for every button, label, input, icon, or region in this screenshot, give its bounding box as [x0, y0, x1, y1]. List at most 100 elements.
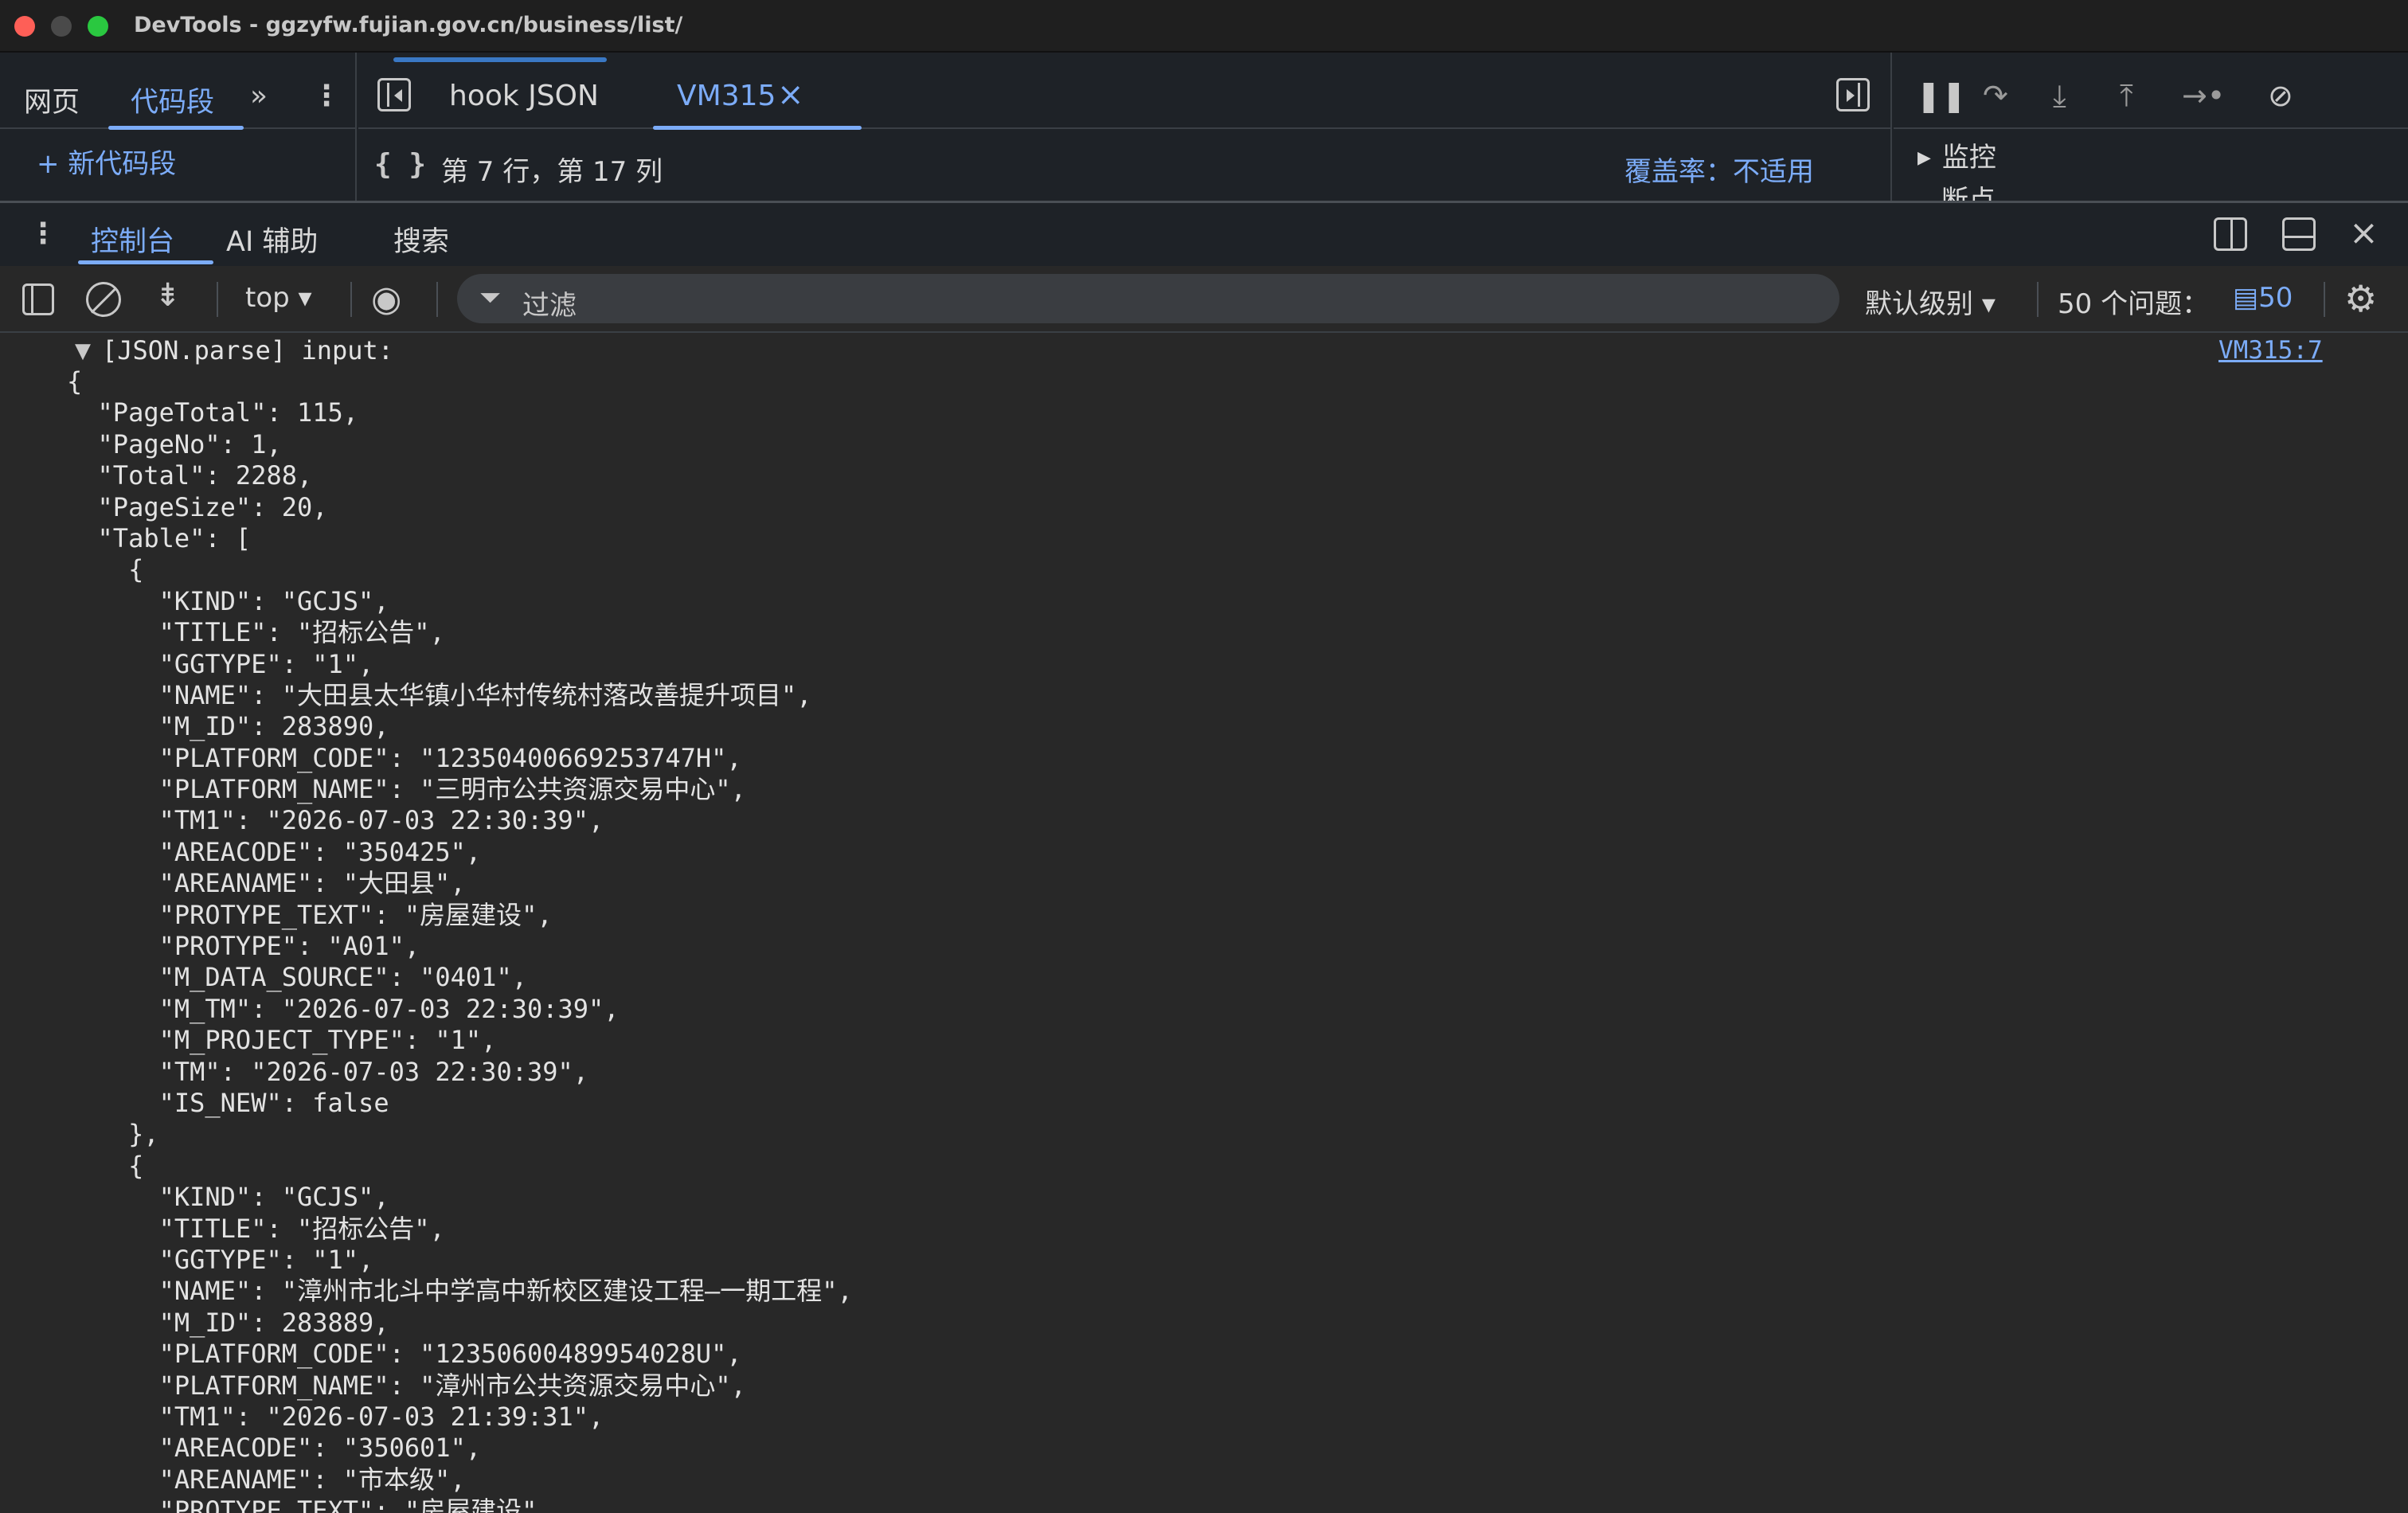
- pretty-print-icon[interactable]: { }: [374, 148, 426, 181]
- toolbar-divider: [2037, 282, 2039, 317]
- tab-page[interactable]: 网页: [24, 80, 80, 120]
- log-levels-dropdown[interactable]: 默认级别 ▾: [1865, 282, 1996, 321]
- tab-search[interactable]: 搜索: [393, 219, 449, 260]
- window-minimize-button[interactable]: [51, 16, 72, 37]
- coverage-status[interactable]: 覆盖率：不适用: [1624, 150, 1814, 189]
- clear-console-icon[interactable]: [86, 282, 121, 317]
- step-over-icon[interactable]: ↷: [1983, 78, 2008, 113]
- gear-icon[interactable]: ⚙: [2344, 277, 2377, 320]
- console-line: "AREANAME": "市本级",: [67, 1464, 466, 1495]
- console-line: "PROTYPE_TEXT": "房屋建设",: [67, 899, 553, 930]
- editor-tab-underline: [653, 126, 862, 130]
- filter-input[interactable]: ⏷ 过滤: [457, 274, 1839, 323]
- issues-label: 50 个问题：: [2058, 288, 2210, 320]
- close-drawer-icon[interactable]: ×: [2349, 213, 2379, 253]
- console-line: "PROTYPE": "A01",: [67, 931, 420, 962]
- collapse-triangle-icon[interactable]: ▼: [75, 339, 91, 363]
- pause-icon[interactable]: ❚❚: [1916, 78, 1967, 113]
- live-expression-eye-icon[interactable]: ◉: [371, 279, 401, 319]
- tab-console-underline: [78, 260, 213, 264]
- console-line: "AREANAME": "大田县",: [67, 868, 466, 899]
- console-sidebar-icon[interactable]: [22, 283, 54, 315]
- window-maximize-button[interactable]: [88, 16, 108, 37]
- step-icon[interactable]: →•: [2182, 78, 2225, 113]
- console-line: "PageSize": 20,: [67, 491, 328, 522]
- console-line: "M_TM": "2026-07-03 22:30:39",: [67, 993, 620, 1024]
- console-line: "PLATFORM_NAME": "三明市公共资源交易中心",: [67, 774, 746, 805]
- editor-tabbar: hook JSON VM315 ×: [358, 57, 1892, 130]
- debugger-toolbar: ❚❚ ↷ ⤓ ⤒ →• ⊘: [1894, 61, 2408, 129]
- window-close-button[interactable]: [14, 16, 35, 37]
- dock-bottom-icon[interactable]: [2282, 217, 2316, 251]
- log-label: [JSON.parse] input:: [102, 335, 394, 366]
- debugger-pane: ❚❚ ↷ ⤓ ⤒ →• ⊘ ▶ 监控 断点: [1894, 53, 2408, 201]
- tab-console[interactable]: 控制台: [91, 219, 174, 260]
- editor-resize-handle[interactable]: [393, 57, 607, 62]
- filter-icon: ⏷: [479, 282, 502, 314]
- context-value: top: [245, 282, 290, 314]
- console-line: "GGTYPE": "1",: [67, 1244, 374, 1275]
- console-line: {: [67, 1150, 144, 1181]
- console-line: "KIND": "GCJS",: [67, 585, 389, 616]
- log-source-link[interactable]: VM315:7: [2218, 334, 2323, 366]
- chevron-down-icon: ▾: [298, 282, 312, 314]
- issues-count: 50: [2258, 282, 2293, 314]
- tab-snippets[interactable]: 代码段: [131, 80, 214, 120]
- message-icon: ▤: [2233, 282, 2259, 314]
- context-selector[interactable]: top ▾: [245, 282, 312, 314]
- console-output[interactable]: ▼ [JSON.parse] input: VM315:7 { "PageTot…: [0, 334, 2408, 1513]
- window-title: DevTools - ggzyfw.fujian.gov.cn/business…: [134, 13, 683, 37]
- editor-statusbar: { } 第 7 行，第 17 列 覆盖率：不适用: [358, 131, 1892, 201]
- issues-button[interactable]: ▤50: [2233, 282, 2293, 314]
- step-into-icon[interactable]: ⤓: [2053, 78, 2066, 114]
- console-line: "TITLE": "招标公告",: [67, 617, 445, 648]
- collapse-group-icon[interactable]: ⇟: [154, 277, 182, 314]
- console-line: "GGTYPE": "1",: [67, 648, 374, 679]
- toolbar-divider: [436, 282, 438, 317]
- console-line: "TM1": "2026-07-03 22:30:39",: [67, 805, 604, 836]
- console-line: },: [67, 1119, 159, 1150]
- deactivate-breakpoints-icon[interactable]: ⊘: [2268, 78, 2293, 113]
- expand-triangle-icon: ▶: [1917, 148, 1931, 168]
- breakpoints-section[interactable]: 断点: [1941, 186, 1996, 201]
- json-output: { "PageTotal": 115, "PageNo": 1, "Total"…: [67, 366, 2376, 1513]
- console-line: "PLATFORM_NAME": "漳州市公共资源交易中心",: [67, 1370, 746, 1401]
- console-line: "TITLE": "招标公告",: [67, 1213, 445, 1244]
- new-snippet-button[interactable]: + 新代码段: [37, 142, 176, 181]
- console-line: "PLATFORM_CODE": "12350600489954028U",: [67, 1339, 742, 1370]
- console-line: "AREACODE": "350601",: [67, 1433, 482, 1464]
- console-line: {: [67, 554, 144, 585]
- drawer-menu-icon[interactable]: ⋮: [29, 217, 57, 250]
- toggle-debugger-icon[interactable]: [1836, 78, 1870, 111]
- navigator-tabbar: 网页 代码段 » ⋮: [0, 61, 357, 130]
- console-line: "M_ID": 283889,: [67, 1307, 389, 1338]
- console-line: "NAME": "漳州市北斗中学高中新校区建设工程—一期工程",: [67, 1276, 853, 1307]
- toolbar-divider: [2324, 282, 2325, 317]
- console-line: "PLATFORM_CODE": "12350400669253747H",: [67, 742, 742, 773]
- watch-label: 监控: [1941, 142, 1996, 174]
- console-line: "TM": "2026-07-03 22:30:39",: [67, 1056, 589, 1087]
- dock-side-icon[interactable]: [2214, 217, 2247, 251]
- cursor-position: 第 7 行，第 17 列: [441, 156, 663, 188]
- editor-tab-hook-json[interactable]: hook JSON: [449, 80, 599, 112]
- more-tabs-icon[interactable]: »: [250, 80, 268, 112]
- step-out-icon[interactable]: ⤒: [2120, 78, 2133, 114]
- editor-pane: hook JSON VM315 × { } 第 7 行，第 17 列 覆盖率：不…: [358, 53, 1892, 201]
- navigator-pane: 网页 代码段 » ⋮ + 新代码段: [0, 53, 357, 201]
- console-line: "M_PROJECT_TYPE": "1",: [67, 1025, 497, 1056]
- toggle-navigator-icon[interactable]: [377, 78, 411, 111]
- console-line: "PROTYPE_TEXT": "房屋建设",: [67, 1495, 553, 1513]
- console-line: "AREACODE": "350425",: [67, 836, 482, 867]
- watch-section[interactable]: ▶ 监控: [1917, 135, 1996, 174]
- filter-placeholder: 过滤: [522, 290, 577, 322]
- chevron-down-icon: ▾: [1981, 288, 1996, 320]
- tab-ai-assistance[interactable]: AI 辅助: [226, 219, 318, 260]
- console-line: "Total": 2288,: [67, 460, 313, 491]
- navigator-menu-icon[interactable]: ⋮: [312, 80, 341, 112]
- editor-tab-vm315[interactable]: VM315: [677, 80, 776, 112]
- log-message-header: ▼ [JSON.parse] input: VM315:7: [0, 334, 2408, 366]
- close-tab-icon[interactable]: ×: [777, 76, 804, 113]
- console-line: "PageTotal": 115,: [67, 397, 359, 428]
- console-line: {: [67, 366, 83, 397]
- log-levels-label: 默认级别: [1865, 288, 1973, 320]
